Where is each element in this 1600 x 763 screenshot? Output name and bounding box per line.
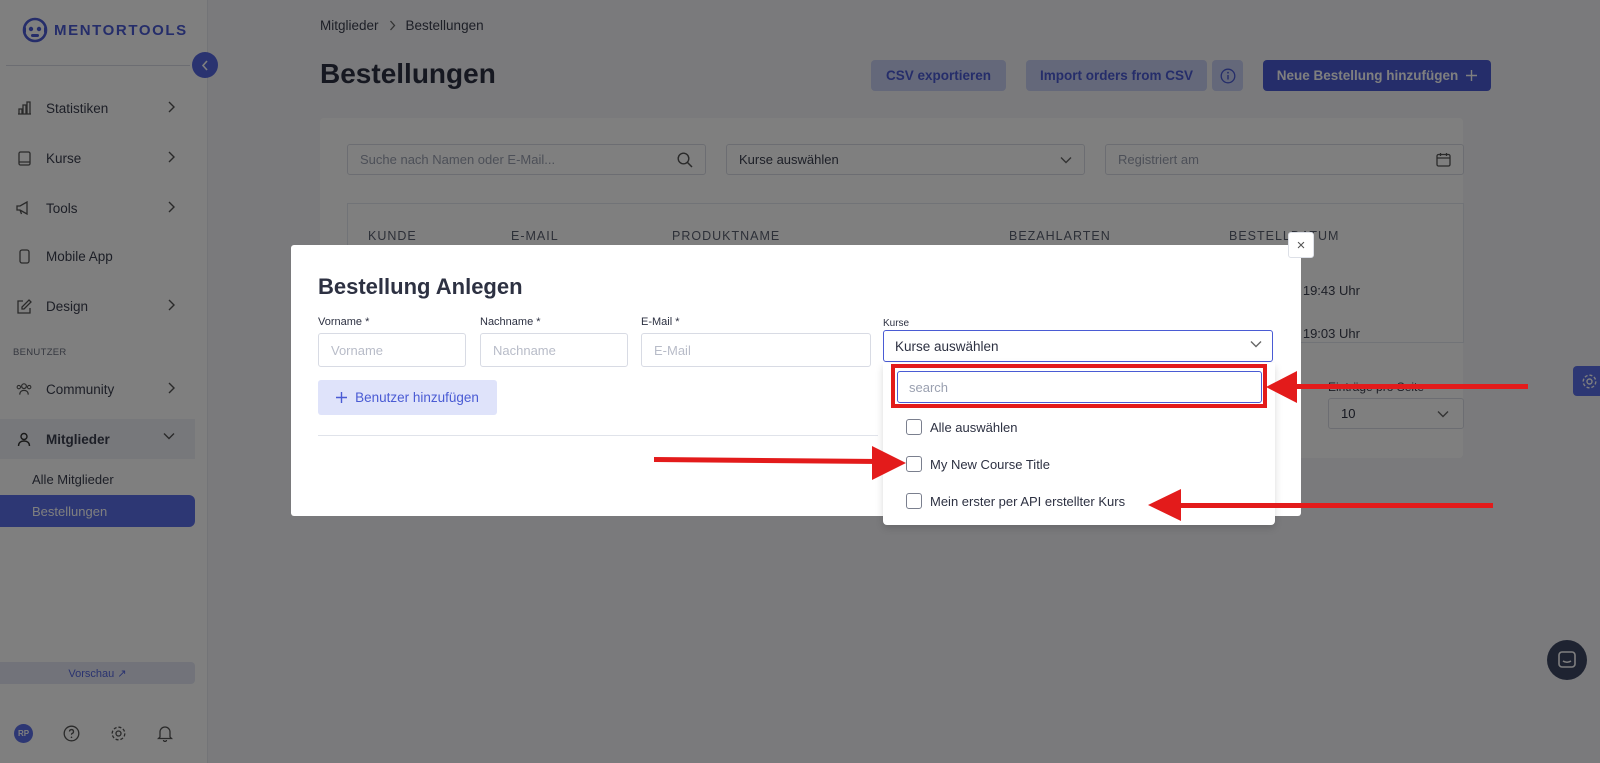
- course-option-api-course[interactable]: Mein erster per API erstellter Kurs: [906, 492, 1125, 510]
- last-name-label: Nachname *: [480, 316, 541, 328]
- required-marker: *: [675, 316, 680, 328]
- close-modal-button[interactable]: ×: [1288, 232, 1314, 258]
- modal-title: Bestellung Anlegen: [318, 274, 523, 299]
- chevron-down-icon: [1250, 341, 1262, 348]
- required-marker: *: [365, 316, 370, 328]
- last-name-field[interactable]: Nachname: [480, 333, 628, 367]
- first-name-placeholder: Vorname: [331, 342, 384, 358]
- course-option-select-all[interactable]: Alle auswählen: [906, 418, 1017, 436]
- plus-icon: [336, 392, 348, 403]
- first-name-label-text: Vorname: [318, 316, 363, 328]
- checkbox[interactable]: [906, 456, 922, 472]
- last-name-label-text: Nachname: [480, 316, 534, 328]
- first-name-label: Vorname *: [318, 316, 369, 328]
- courses-dropdown: search Alle auswählen My New Course Titl…: [883, 363, 1275, 525]
- courses-select[interactable]: Kurse auswählen: [883, 330, 1273, 362]
- required-marker: *: [536, 316, 541, 328]
- add-user-button[interactable]: Benutzer hinzufügen: [318, 380, 497, 415]
- courses-label: Kurse: [883, 318, 910, 329]
- course-option-label: Mein erster per API erstellter Kurs: [930, 493, 1126, 509]
- divider: [318, 435, 878, 436]
- annotation-highlight-box: [891, 364, 1267, 408]
- course-option-my-new-course[interactable]: My New Course Title: [906, 455, 1050, 473]
- email-field[interactable]: E-Mail: [641, 333, 871, 367]
- courses-select-value: Kurse auswählen: [895, 338, 999, 354]
- email-label: E-Mail *: [641, 316, 680, 328]
- course-option-label: My New Course Title: [930, 456, 1050, 472]
- checkbox[interactable]: [906, 493, 922, 509]
- add-user-label: Benutzer hinzufügen: [355, 390, 479, 405]
- course-option-label: Alle auswählen: [930, 419, 1018, 435]
- last-name-placeholder: Nachname: [493, 342, 556, 358]
- first-name-field[interactable]: Vorname: [318, 333, 466, 367]
- checkbox[interactable]: [906, 419, 922, 435]
- email-placeholder: E-Mail: [654, 342, 691, 358]
- email-label-text: E-Mail: [641, 316, 673, 328]
